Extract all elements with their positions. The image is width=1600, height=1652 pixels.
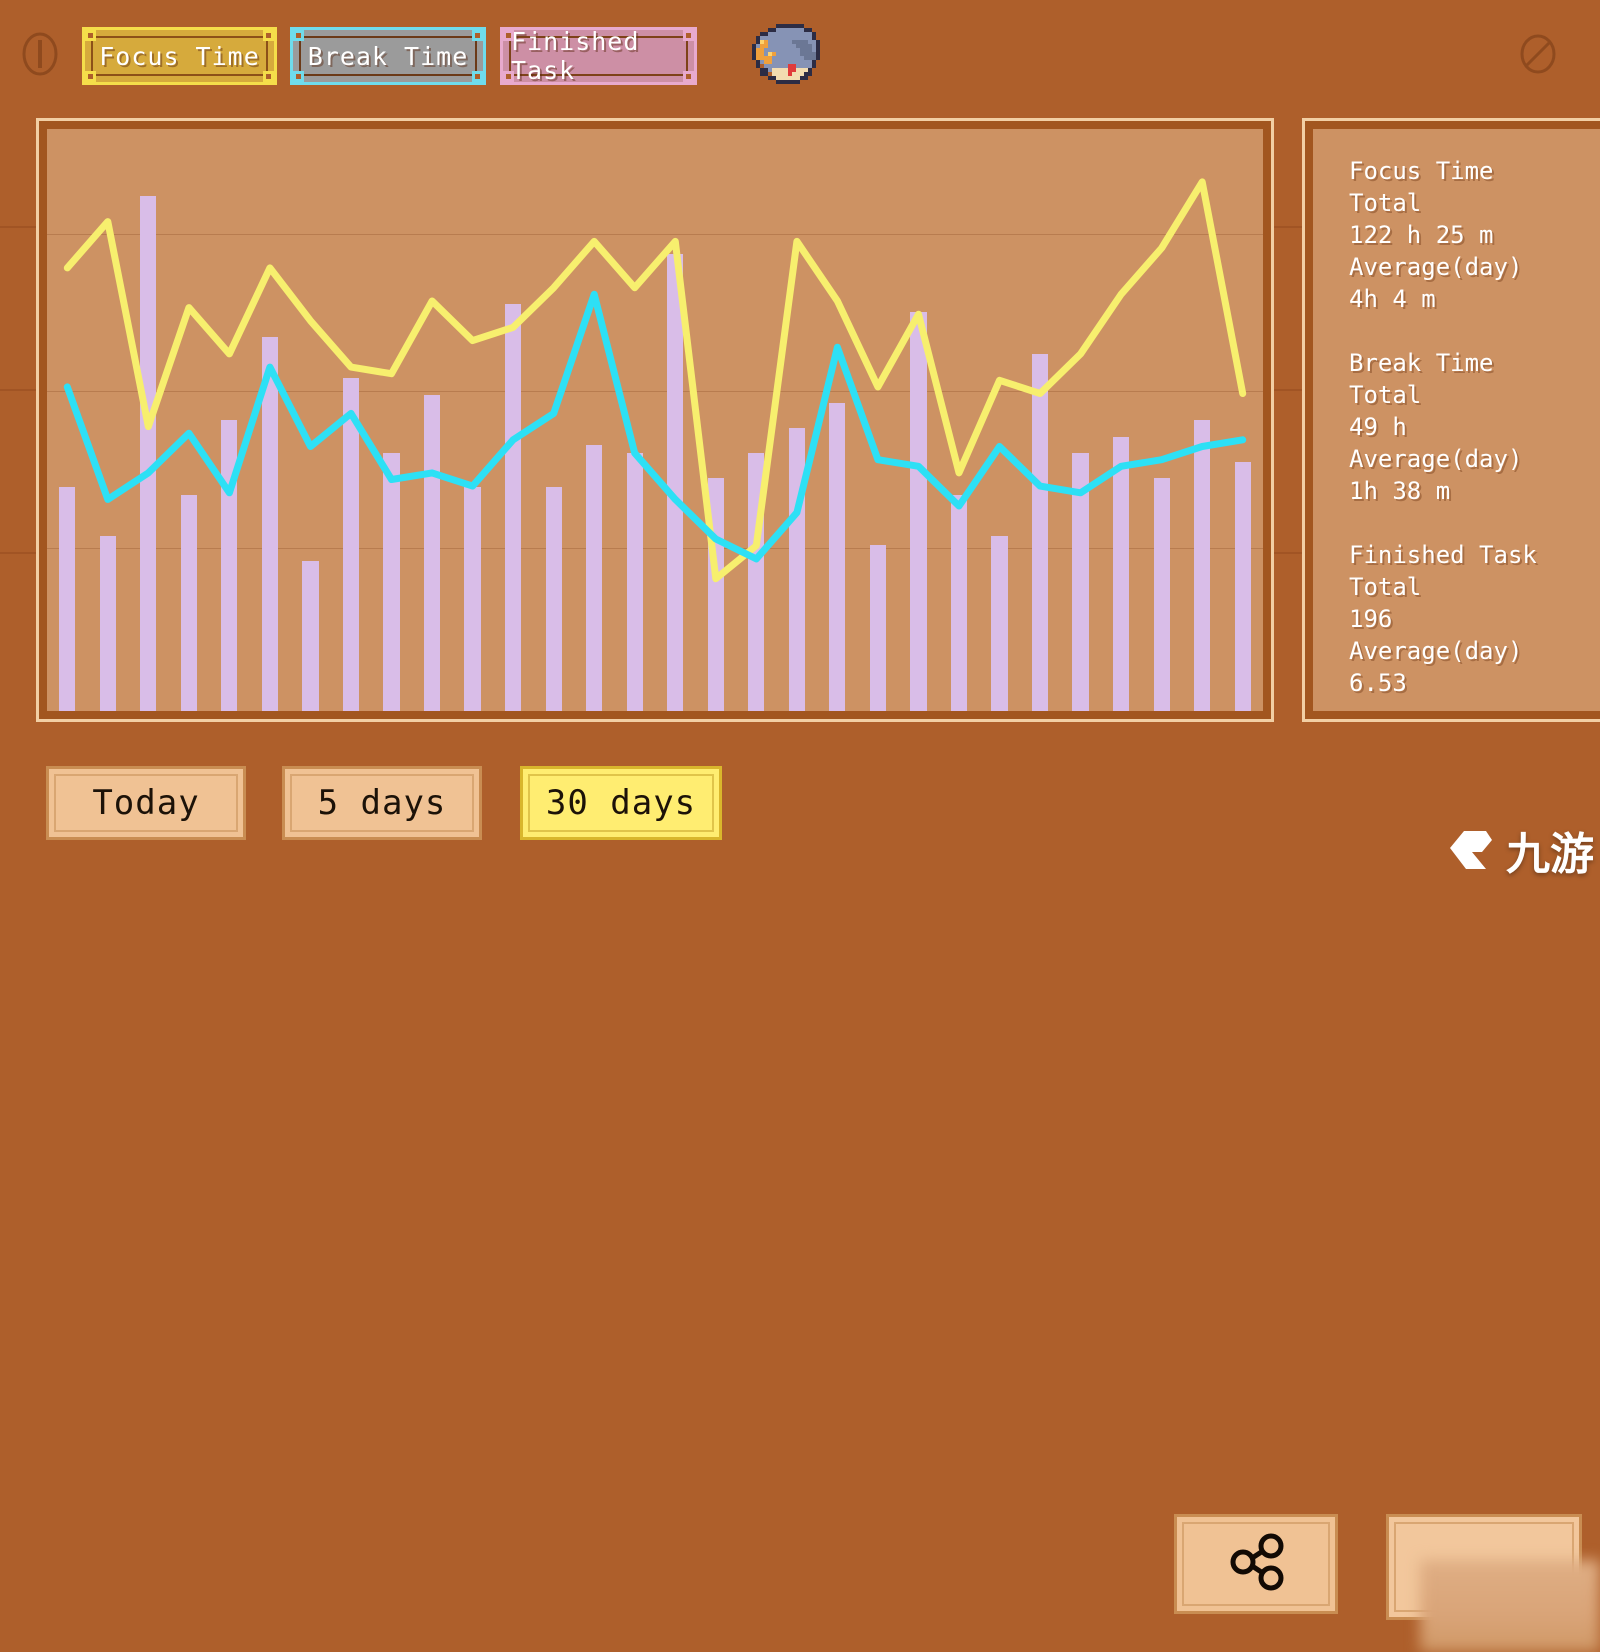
- stat-average-label: Average(day): [1349, 253, 1523, 281]
- stat-total-value: 122 h 25 m: [1349, 221, 1494, 249]
- chart-plot-area[interactable]: [47, 129, 1263, 711]
- header-bar: Focus Time Break Time Finished Task: [0, 0, 1600, 110]
- chart-panel: [36, 118, 1274, 722]
- stats-list: Focus Time Total 122 h 25 m Average(day)…: [1313, 129, 1600, 711]
- legend-toggle-break-time[interactable]: Break Time: [290, 27, 486, 85]
- range-button-5-days[interactable]: 5 days: [282, 766, 482, 840]
- stat-group-focus-time: Focus Time Total 122 h 25 m Average(day)…: [1349, 155, 1600, 315]
- corner-decoration: [503, 71, 514, 82]
- range-button-30-days-label: 30 days: [528, 774, 714, 832]
- stats-panel: Focus Time Total 122 h 25 m Average(day)…: [1302, 118, 1600, 722]
- stat-total-value: 196: [1349, 605, 1393, 633]
- line-series-break-time: [67, 294, 1242, 559]
- line-series-container: [47, 129, 1263, 711]
- corner-decoration: [472, 71, 483, 82]
- legend-toggle-focus-time-label: Focus Time: [91, 36, 268, 76]
- stat-average-value: 1h 38 m: [1349, 477, 1451, 505]
- corner-decoration: [85, 30, 96, 41]
- range-button-30-days[interactable]: 30 days: [520, 766, 722, 840]
- stat-total-label: Total: [1349, 573, 1422, 601]
- corner-decoration: [503, 30, 514, 41]
- stat-average-label: Average(day): [1349, 445, 1523, 473]
- stat-spacer: [1349, 507, 1600, 539]
- stat-title: Finished Task: [1349, 541, 1537, 569]
- line-series-focus-time: [67, 182, 1242, 579]
- corner-decoration: [472, 30, 483, 41]
- range-button-5-days-label: 5 days: [290, 774, 474, 832]
- watermark-g-icon: [1442, 821, 1500, 879]
- stat-spacer: [1349, 315, 1600, 347]
- stat-title: Focus Time: [1349, 157, 1494, 185]
- range-button-today[interactable]: Today: [46, 766, 246, 840]
- share-button[interactable]: [1174, 1514, 1338, 1614]
- stat-average-label: Average(day): [1349, 637, 1523, 665]
- corner-decoration: [683, 30, 694, 41]
- corner-decoration: [263, 71, 274, 82]
- corner-decoration: [683, 71, 694, 82]
- stat-average-value: 6.53: [1349, 669, 1407, 697]
- legend-toggle-finished-task[interactable]: Finished Task: [500, 27, 697, 85]
- range-button-today-label: Today: [54, 774, 238, 832]
- watermark-text: 九游: [1506, 829, 1594, 880]
- corner-decoration: [293, 71, 304, 82]
- share-button-inner: [1182, 1522, 1330, 1606]
- locked-button-label: [1440, 1580, 1570, 1610]
- watermark-logo: 九游: [1364, 804, 1594, 896]
- stat-group-break-time: Break Time Total 49 h Average(day) 1h 38…: [1349, 347, 1600, 507]
- stat-group-finished-task: Finished Task Total 196 Average(day) 6.5…: [1349, 539, 1600, 699]
- footer-bar: Today 5 days 30 days 九游: [0, 752, 1600, 1652]
- stat-average-value: 4h 4 m: [1349, 285, 1436, 313]
- corner-decoration: [85, 71, 96, 82]
- stat-total-label: Total: [1349, 381, 1422, 409]
- legend-toggle-break-time-label: Break Time: [299, 36, 477, 76]
- legend-toggle-finished-task-label: Finished Task: [509, 27, 688, 85]
- book-icon[interactable]: [744, 20, 824, 92]
- share-icon: [1223, 1531, 1289, 1597]
- info-circle-icon[interactable]: [20, 30, 60, 78]
- stat-total-value: 49 h: [1349, 413, 1407, 441]
- corner-decoration: [293, 30, 304, 41]
- stat-title: Break Time: [1349, 349, 1494, 377]
- stat-total-label: Total: [1349, 189, 1422, 217]
- legend-toggle-focus-time[interactable]: Focus Time: [82, 27, 277, 85]
- no-entry-circle-icon[interactable]: [1518, 30, 1558, 78]
- corner-decoration: [263, 30, 274, 41]
